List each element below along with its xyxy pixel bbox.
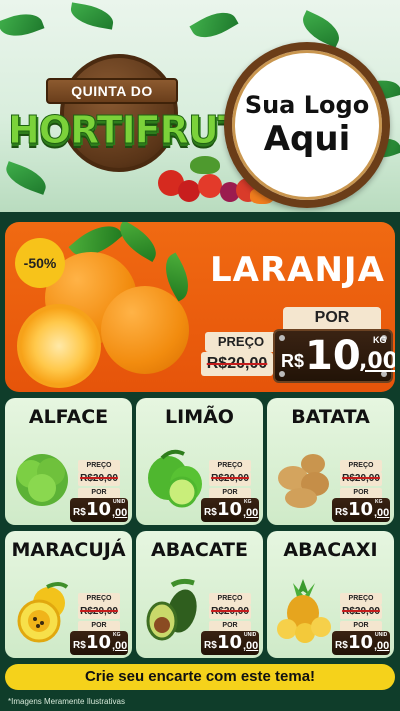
price-unit: KG	[373, 335, 387, 345]
logo-placeholder: Sua Logo Aqui	[224, 42, 390, 208]
new-price: R$ 10 ,00 KG	[273, 329, 395, 383]
price-label: PREÇO	[209, 460, 251, 472]
avocado-image	[146, 578, 197, 641]
call-to-action-banner[interactable]: Crie seu encarte com este tema!	[5, 664, 395, 690]
new-price: R$ 10 ,00 KG	[332, 498, 390, 522]
product-card: ALFACE PREÇO R$20,00 POR R$ 10 ,00 UNID	[5, 398, 132, 525]
logo-text-line1: Sua Logo	[244, 91, 370, 119]
price-label: PREÇO	[340, 593, 382, 605]
old-price: R$20,00	[209, 605, 251, 619]
product-grid: ALFACE PREÇO R$20,00 POR R$ 10 ,00 UNID …	[5, 398, 395, 660]
new-price: R$ 10 ,00 UNID	[201, 631, 259, 655]
price-label: PREÇO	[205, 332, 277, 352]
por-label: POR	[209, 621, 251, 631]
product-card: MARACUJÁ PREÇO R$20,00 POR R$ 10 ,00 KG	[5, 531, 132, 658]
logo-text-line2: Aqui	[263, 119, 351, 159]
product-name: LIMÃO	[165, 406, 234, 428]
disclaimer: *Imagens Meramente Ilustrativas	[8, 697, 125, 706]
old-price: R$20,00	[209, 472, 251, 486]
price-label: PREÇO	[209, 593, 251, 605]
product-name: ABACAXI	[283, 539, 378, 561]
featured-product-name: LARANJA	[210, 250, 385, 290]
por-label: POR	[340, 488, 382, 498]
price-integer: 10	[305, 333, 361, 379]
new-price: R$ 10 ,00 UNID	[332, 631, 390, 655]
leaf-decoration	[112, 222, 164, 263]
product-card: ABACAXI PREÇO R$20,00 POR R$ 10 ,00 UNID	[267, 531, 394, 658]
price-decimal: ,00	[359, 349, 395, 374]
old-price: R$20,00	[340, 472, 382, 486]
old-price: R$20,00	[201, 352, 273, 376]
product-card: LIMÃO PREÇO R$20,00 POR R$ 10 ,00 KG	[136, 398, 263, 525]
passion-fruit-image	[17, 582, 69, 643]
new-price: R$ 10 ,00 KG	[201, 498, 259, 522]
new-price: R$ 10 ,00 UNID	[70, 498, 128, 522]
product-card: ABACATE PREÇO R$20,00 POR R$ 10 ,00 UNID	[136, 531, 263, 658]
orange-half-image	[17, 304, 101, 388]
price-currency: R$	[281, 351, 305, 371]
old-price: R$20,00	[340, 605, 382, 619]
por-label: POR	[340, 621, 382, 631]
lettuce-image	[16, 454, 68, 506]
pineapple-image	[277, 579, 331, 643]
price-label: PREÇO	[78, 593, 120, 605]
brand-title-top: QUINTA DO	[46, 78, 178, 104]
product-name: MARACUJÁ	[11, 539, 126, 561]
leaf-decoration	[0, 7, 45, 43]
old-price: R$20,00	[78, 472, 120, 486]
product-card: BATATA PREÇO R$20,00 POR R$ 10 ,00 KG	[267, 398, 394, 525]
price-label: PREÇO	[78, 460, 120, 472]
product-name: ALFACE	[28, 406, 109, 428]
por-label: POR	[283, 307, 381, 329]
header: QUINTA DO HORTIFRUTI Sua Logo Aqui	[0, 0, 400, 212]
por-label: POR	[209, 488, 251, 498]
discount-badge: -50%	[15, 238, 65, 288]
old-price: R$20,00	[78, 605, 120, 619]
por-label: POR	[78, 488, 120, 498]
orange-image	[101, 286, 189, 374]
brand-title-main: HORTIFRUTI	[8, 108, 258, 153]
leaf-decoration	[189, 4, 239, 46]
price-label: PREÇO	[340, 460, 382, 472]
por-label: POR	[78, 621, 120, 631]
featured-product-card: -50% LARANJA PREÇO R$20,00 POR R$ 10 ,00…	[5, 222, 395, 392]
product-name: ABACATE	[150, 539, 248, 561]
product-name: BATATA	[291, 406, 370, 428]
leaf-decoration	[68, 2, 116, 30]
lime-image	[148, 449, 202, 508]
new-price: R$ 10 ,00 KG	[70, 631, 128, 655]
potato-image	[278, 454, 329, 508]
